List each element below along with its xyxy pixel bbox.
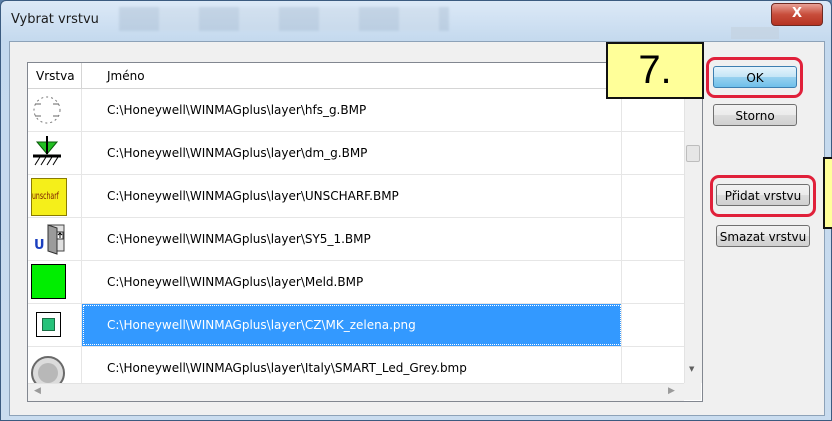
background-window-ghost [119, 7, 449, 31]
table-row[interactable]: C:\Honeywell\WINMAGplus\layer\CZ\MK_zele… [28, 304, 684, 347]
svg-text:U: U [34, 238, 45, 253]
step-callout-partial [823, 157, 832, 229]
ground-arrow-icon [28, 132, 82, 174]
scroll-thumb[interactable] [686, 145, 700, 162]
table-row[interactable]: U C:\Honeywell\WINMAGplus\layer\SY5_1.BM… [28, 218, 684, 261]
step-callout: 7. [606, 42, 704, 99]
table-row[interactable]: unscharf C:\Honeywell\WINMAGplus\layer\U… [28, 175, 684, 218]
horizontal-scrollbar[interactable]: ◀ ▶ [28, 383, 684, 401]
list-item: C:\Honeywell\WINMAGplus\layer\CZ\MK_zele… [82, 304, 622, 346]
table-row[interactable]: C:\Honeywell\WINMAGplus\layer\hfs_g.BMP [28, 89, 684, 132]
unscharf-icon: unscharf [28, 175, 82, 217]
door-u-icon: U [28, 218, 82, 260]
vertical-scrollbar[interactable]: ▼ [684, 63, 702, 383]
list-item: C:\Honeywell\WINMAGplus\layer\SY5_1.BMP [82, 218, 622, 260]
window-title: Vybrat vrstvu [11, 12, 99, 27]
list-item: C:\Honeywell\WINMAGplus\layer\Meld.BMP [82, 261, 622, 303]
title-bar[interactable]: Vybrat vrstvu X [1, 1, 831, 41]
scroll-down-icon[interactable]: ▼ [689, 365, 694, 373]
close-button[interactable]: X [771, 3, 823, 26]
background-window-ghost [731, 27, 779, 39]
list-item: C:\Honeywell\WINMAGplus\layer\dm_g.BMP [82, 132, 622, 174]
cancel-button[interactable]: Storno [713, 104, 797, 126]
list-item: C:\Honeywell\WINMAGplus\layer\UNSCHARF.B… [82, 175, 622, 217]
small-green-square-icon [28, 304, 82, 346]
scroll-right-icon[interactable]: ▶ [668, 386, 675, 396]
column-header-layer[interactable]: Vrstva [28, 63, 82, 88]
unscharf-icon-label: unscharf [32, 191, 59, 202]
scrollbar-corner [684, 383, 701, 400]
layer-list[interactable]: Vrstva Jméno C:\Honeywell\WINMAGplus\lay… [27, 62, 703, 402]
list-header: Vrstva Jméno [28, 63, 684, 89]
column-header-name[interactable]: Jméno [82, 63, 622, 88]
remove-layer-button[interactable]: Smazat vrstvu [716, 225, 810, 247]
table-row[interactable]: C:\Honeywell\WINMAGplus\layer\Meld.BMP [28, 261, 684, 304]
table-row[interactable]: C:\Honeywell\WINMAGplus\layer\dm_g.BMP [28, 132, 684, 175]
hfs-icon [28, 89, 82, 131]
highlight-ring [706, 57, 803, 98]
green-square-icon [28, 261, 82, 303]
scroll-left-icon[interactable]: ◀ [34, 386, 41, 396]
list-item: C:\Honeywell\WINMAGplus\layer\hfs_g.BMP [82, 89, 622, 131]
highlight-ring [710, 175, 816, 217]
